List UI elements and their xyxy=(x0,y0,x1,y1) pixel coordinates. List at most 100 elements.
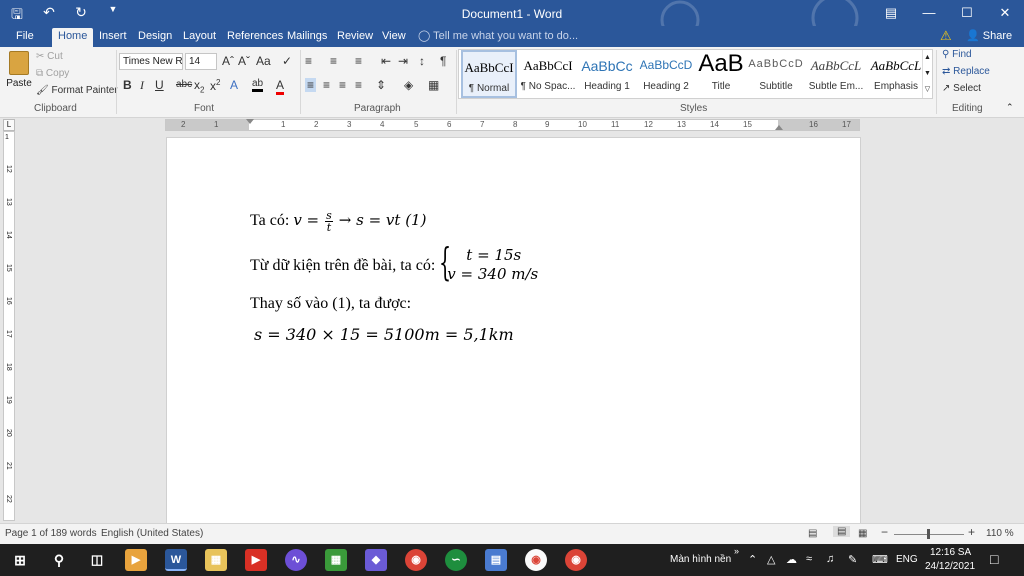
align-center-icon[interactable]: ≡ xyxy=(323,78,330,92)
print-layout-icon[interactable]: ▤ xyxy=(833,526,851,537)
wifi-icon[interactable]: ≈ xyxy=(806,553,812,565)
line-formula-velocity[interactable]: Ta có: v = st → s = vt (1) xyxy=(250,210,426,233)
style-heading-1[interactable]: AaBbCc Heading 1 xyxy=(578,50,636,98)
app-icon[interactable]: ◆ xyxy=(365,549,387,571)
collapse-ribbon-icon[interactable]: ⌃ xyxy=(1006,102,1014,113)
grow-font-icon[interactable]: Aˆ xyxy=(222,54,234,68)
style-normal[interactable]: AaBbCcI ¶ Normal xyxy=(461,50,517,98)
bullets-icon[interactable]: ≡ xyxy=(305,54,312,68)
document-area[interactable]: Ta có: v = st → s = vt (1) Từ dữ kiện tr… xyxy=(18,131,1024,537)
font-size-select[interactable]: 14 xyxy=(185,53,217,70)
copy-button[interactable]: ⧉ Copy xyxy=(36,68,69,79)
shading-icon[interactable]: ◈ xyxy=(404,78,413,92)
borders-icon[interactable]: ▦ xyxy=(428,78,439,92)
zoom-in-icon[interactable]: + xyxy=(968,525,975,539)
toolbar-expand-icon[interactable]: » xyxy=(734,546,739,556)
find-button[interactable]: ⚲ Find xyxy=(942,49,972,60)
media-player-icon[interactable]: ▶ xyxy=(125,549,147,571)
tab-references[interactable]: References xyxy=(221,28,289,47)
highlight-icon[interactable]: ab xyxy=(252,78,264,92)
justify-icon[interactable]: ≡ xyxy=(355,78,362,92)
italic-icon[interactable]: I xyxy=(140,78,144,93)
web-layout-icon[interactable]: ▦ xyxy=(858,528,867,539)
zoom-out-icon[interactable]: − xyxy=(881,525,888,539)
page-count[interactable]: Page 1 of 1 xyxy=(5,528,56,539)
ribbon-display-icon[interactable]: ▤ xyxy=(872,0,910,26)
format-painter-button[interactable]: 🖌 Format Painter xyxy=(36,85,118,96)
sort-icon[interactable]: ↕ xyxy=(419,54,425,68)
gallery-scroll-down-icon[interactable]: ▼ xyxy=(922,66,932,82)
first-line-indent-marker[interactable] xyxy=(246,119,254,124)
line-substitute[interactable]: Thay số vào (1), ta được: xyxy=(250,295,411,313)
word-app-icon[interactable]: W xyxy=(165,549,187,571)
gallery-scroll-up-icon[interactable]: ▲ xyxy=(922,50,932,66)
chrome-icon[interactable]: ◉ xyxy=(565,549,587,571)
document-icon[interactable]: ▤ xyxy=(485,549,507,571)
volume-icon[interactable]: ♫ xyxy=(826,553,834,565)
font-color-icon[interactable]: A xyxy=(276,78,285,95)
pen-icon[interactable]: ✎ xyxy=(848,553,857,566)
style-title[interactable]: AaB Title xyxy=(696,50,746,98)
app-icon[interactable]: ▦ xyxy=(325,549,347,571)
app-icon[interactable]: ∽ xyxy=(445,549,467,571)
text-effects-icon[interactable]: A xyxy=(230,78,238,92)
line-spacing-icon[interactable]: ⇕ xyxy=(376,78,386,92)
chrome-icon[interactable]: ◉ xyxy=(525,549,547,571)
input-language[interactable]: ENG xyxy=(896,554,918,565)
network-icon[interactable]: △ xyxy=(767,553,775,566)
strikethrough-icon[interactable]: abc xyxy=(176,79,192,90)
search-icon[interactable]: ⚲ xyxy=(48,549,70,571)
share-button[interactable]: 👤 Share xyxy=(966,28,1012,45)
pilcrow-icon[interactable]: ¶ xyxy=(440,54,446,68)
style-heading-2[interactable]: AaBbCcD Heading 2 xyxy=(637,50,695,98)
line-given-data[interactable]: Từ dữ kiện trên đề bài, ta có: { t = 15s… xyxy=(250,242,549,286)
superscript-icon[interactable]: x2 xyxy=(210,78,220,93)
tab-selector[interactable]: L xyxy=(3,119,15,131)
bold-icon[interactable]: B xyxy=(123,78,132,92)
style-subtle-emphasis[interactable]: AaBbCcL Subtle Em... xyxy=(806,50,866,98)
proofing-language[interactable]: English (United States) xyxy=(101,528,203,539)
cloud-icon[interactable]: ☁ xyxy=(786,553,797,566)
gallery-more-icon[interactable]: ▽ xyxy=(922,82,932,98)
select-button[interactable]: ↗ Select xyxy=(942,83,981,94)
undo-icon[interactable]: ↶ xyxy=(40,4,58,28)
subscript-icon[interactable]: x2 xyxy=(194,78,204,94)
read-mode-icon[interactable]: ▤ xyxy=(808,528,817,539)
paste-button[interactable]: Paste xyxy=(6,49,32,97)
clock-time[interactable]: 12:16 SA xyxy=(930,547,971,558)
style-emphasis[interactable]: AaBbCcL Emphasis xyxy=(867,50,925,98)
increase-indent-icon[interactable]: ⇥ xyxy=(398,54,408,68)
file-explorer-icon[interactable]: ▦ xyxy=(205,549,227,571)
shrink-font-icon[interactable]: Aˇ xyxy=(238,54,250,68)
align-left-icon[interactable]: ≡ xyxy=(305,78,317,92)
zoom-level[interactable]: 110 % xyxy=(986,528,1014,539)
tab-home[interactable]: Home xyxy=(52,28,94,47)
align-right-icon[interactable]: ≡ xyxy=(339,78,346,92)
horizontal-ruler[interactable]: 2 1 1 2 3 4 5 6 7 8 9 10 11 12 13 14 15 … xyxy=(165,119,860,131)
tab-insert[interactable]: Insert xyxy=(93,28,133,47)
document-page[interactable]: Ta có: v = st → s = vt (1) Từ dữ kiện tr… xyxy=(166,137,861,537)
tab-design[interactable]: Design xyxy=(132,28,178,47)
zoom-slider-thumb[interactable] xyxy=(927,529,930,539)
clear-formatting-icon[interactable]: ✓ xyxy=(282,54,292,68)
tell-me-box[interactable]: ◯ Tell me what you want to do... xyxy=(418,28,578,45)
close-icon[interactable]: ✕ xyxy=(986,0,1024,26)
style-subtitle[interactable]: AaBbCcD Subtitle xyxy=(747,50,805,98)
redo-icon[interactable]: ↻ xyxy=(72,4,90,28)
app-icon[interactable]: ▶ xyxy=(245,549,267,571)
tab-mailings[interactable]: Mailings xyxy=(281,28,333,47)
windows-start-icon[interactable]: ⊞ xyxy=(9,549,31,571)
save-icon[interactable]: 🖫 xyxy=(8,4,26,28)
tray-chevron-icon[interactable]: ⌃ xyxy=(748,553,757,566)
vertical-ruler[interactable]: 1 12 13 14 15 16 17 18 19 20 21 22 xyxy=(3,131,15,521)
zoom-slider[interactable] xyxy=(894,529,964,539)
clock-date[interactable]: 24/12/2021 xyxy=(925,561,975,572)
tab-file[interactable]: File xyxy=(10,28,40,47)
change-case-icon[interactable]: Aa xyxy=(256,54,271,68)
right-indent-marker[interactable] xyxy=(775,125,783,130)
decrease-indent-icon[interactable]: ⇤ xyxy=(381,54,391,68)
minimize-icon[interactable]: — xyxy=(910,0,948,26)
font-family-select[interactable]: Times New R xyxy=(119,53,183,70)
tab-view[interactable]: View xyxy=(376,28,412,47)
messenger-icon[interactable]: ∿ xyxy=(285,549,307,571)
